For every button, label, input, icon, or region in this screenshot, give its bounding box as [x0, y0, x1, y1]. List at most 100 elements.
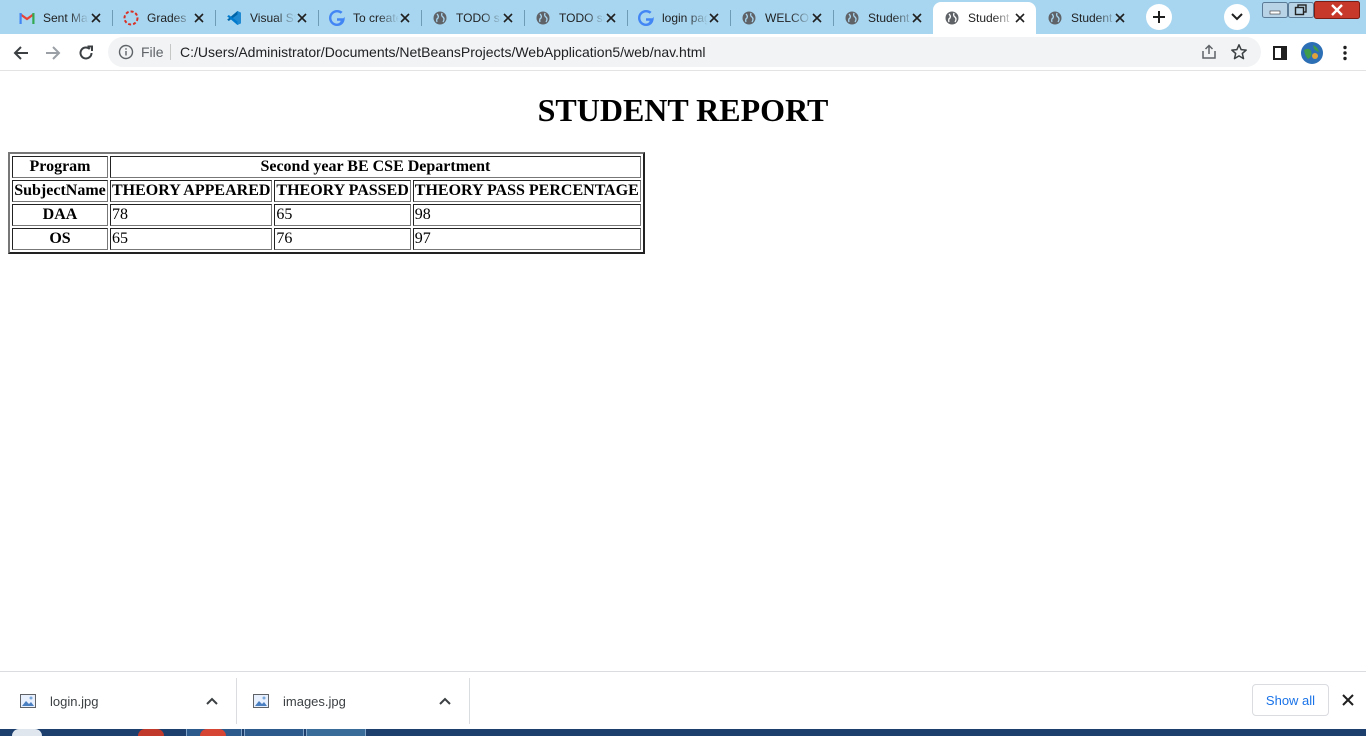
- address-divider: [170, 44, 171, 60]
- tab-gmail[interactable]: Sent Mail - Gmail: [8, 2, 113, 34]
- tab-title: To create: [353, 11, 399, 25]
- globe-icon: [1047, 10, 1063, 26]
- show-all-button[interactable]: Show all: [1252, 684, 1329, 716]
- back-button[interactable]: [8, 40, 34, 66]
- profile-button[interactable]: [1299, 40, 1325, 66]
- chevron-up-icon[interactable]: [437, 693, 453, 709]
- close-icon[interactable]: [1339, 691, 1357, 709]
- tab-to-create[interactable]: To create: [318, 2, 422, 34]
- tab-grades[interactable]: Grades: [112, 2, 216, 34]
- download-separator: [236, 678, 237, 724]
- chevron-down-icon: [1231, 13, 1243, 21]
- tab-search-button[interactable]: [1224, 4, 1250, 30]
- restore-icon: [1288, 2, 1314, 18]
- program-label-cell: Program: [12, 156, 108, 178]
- side-panel-button[interactable]: [1267, 40, 1293, 66]
- tab-title: login page: [662, 11, 708, 25]
- page-viewport: STUDENT REPORT Program Second year BE CS…: [0, 72, 1366, 671]
- header-theory-appeared: THEORY APPEARED: [110, 180, 273, 202]
- browser-toolbar: File C:/Users/Administrator/Documents/Ne…: [0, 34, 1366, 71]
- new-tab-button[interactable]: [1146, 4, 1172, 30]
- globe-icon: [535, 10, 551, 26]
- globe-icon: [944, 10, 960, 26]
- image-file-icon: [20, 694, 36, 708]
- passed-cell: 76: [274, 228, 411, 250]
- share-icon[interactable]: [1201, 44, 1217, 60]
- taskbar-app[interactable]: [200, 729, 226, 736]
- tab-todo-2[interactable]: TODO supply a title: [524, 2, 628, 34]
- tab-strip: Sent Mail - Gmail Grades Visual Studio C…: [0, 0, 1366, 34]
- start-button[interactable]: [12, 729, 42, 736]
- globe-icon: [432, 10, 448, 26]
- close-icon: [1314, 1, 1360, 19]
- download-filename: login.jpg: [50, 693, 99, 709]
- tab-title: TODO supply a title: [456, 11, 502, 25]
- header-theory-passed: THEORY PASSED: [274, 180, 411, 202]
- side-panel-icon: [1273, 46, 1287, 60]
- tab-title: Grades: [147, 11, 187, 25]
- passed-cell: 65: [274, 204, 411, 226]
- taskbar-app[interactable]: [306, 729, 366, 736]
- bookmark-star-icon[interactable]: [1230, 43, 1248, 61]
- report-table: Program Second year BE CSE Department Su…: [8, 152, 645, 254]
- minimize-icon: [1262, 2, 1288, 18]
- tab-student-report-active[interactable]: Student Report: [933, 2, 1036, 34]
- tab-vscode[interactable]: Visual Studio Code: [215, 2, 319, 34]
- download-item[interactable]: images.jpg: [253, 672, 443, 730]
- tab-welcome[interactable]: WELCOME: [730, 2, 834, 34]
- download-shelf: login.jpg images.jpg Show all: [0, 671, 1366, 729]
- tab-title: Visual Studio Code: [250, 11, 296, 25]
- address-bar[interactable]: File C:/Users/Administrator/Documents/Ne…: [108, 37, 1261, 67]
- tab-student-report-3[interactable]: Student Report: [1036, 2, 1136, 34]
- subject-cell: OS: [12, 228, 108, 250]
- taskbar-app[interactable]: [244, 729, 304, 736]
- reload-icon: [79, 45, 93, 60]
- os-taskbar: [0, 729, 1366, 736]
- close-tab-icon[interactable]: [1012, 10, 1028, 26]
- close-tab-icon[interactable]: [191, 10, 207, 26]
- image-file-icon: [253, 694, 269, 708]
- download-separator: [469, 678, 470, 724]
- globe-icon: [741, 10, 757, 26]
- percentage-cell: 98: [412, 204, 641, 226]
- close-tab-icon[interactable]: [500, 10, 516, 26]
- google-icon: [638, 10, 654, 26]
- tab-title: WELCOME: [765, 11, 811, 25]
- close-tab-icon[interactable]: [397, 10, 413, 26]
- close-tab-icon[interactable]: [603, 10, 619, 26]
- maximize-button[interactable]: [1288, 0, 1314, 20]
- close-window-button[interactable]: [1314, 0, 1360, 20]
- reload-button[interactable]: [73, 40, 99, 66]
- forward-button[interactable]: [40, 40, 66, 66]
- page-title: STUDENT REPORT: [537, 92, 829, 128]
- close-tab-icon[interactable]: [706, 10, 722, 26]
- header-theory-pass-percentage: THEORY PASS PERCENTAGE: [412, 180, 641, 202]
- tab-todo-1[interactable]: TODO supply a title: [421, 2, 525, 34]
- download-item[interactable]: login.jpg: [20, 672, 210, 730]
- download-filename: images.jpg: [283, 693, 346, 709]
- taskbar-app[interactable]: [138, 729, 164, 736]
- close-tab-icon[interactable]: [88, 10, 104, 26]
- plus-icon: [1153, 11, 1165, 23]
- info-icon[interactable]: [118, 44, 134, 60]
- minimize-button[interactable]: [1262, 0, 1288, 20]
- close-tab-icon[interactable]: [1112, 10, 1128, 26]
- table-row: OS 65 76 97: [12, 228, 641, 250]
- program-value-cell: Second year BE CSE Department: [110, 156, 641, 178]
- more-vert-icon: [1343, 45, 1347, 61]
- table-row: DAA 78 65 98: [12, 204, 641, 226]
- vscode-icon: [226, 10, 242, 26]
- close-tab-icon[interactable]: [909, 10, 925, 26]
- close-tab-icon[interactable]: [294, 10, 310, 26]
- tab-student-report-1[interactable]: Student Report: [833, 2, 933, 34]
- close-tab-icon[interactable]: [809, 10, 825, 26]
- chevron-up-icon[interactable]: [204, 693, 220, 709]
- tab-title: Sent Mail - Gmail: [43, 11, 89, 25]
- google-icon: [329, 10, 345, 26]
- gmail-icon: [19, 10, 35, 26]
- tab-login-page[interactable]: login page: [627, 2, 731, 34]
- avatar: [1301, 42, 1323, 64]
- menu-button[interactable]: [1332, 40, 1358, 66]
- url-text[interactable]: C:/Users/Administrator/Documents/NetBean…: [180, 44, 705, 60]
- tab-title: Student Report: [868, 11, 914, 25]
